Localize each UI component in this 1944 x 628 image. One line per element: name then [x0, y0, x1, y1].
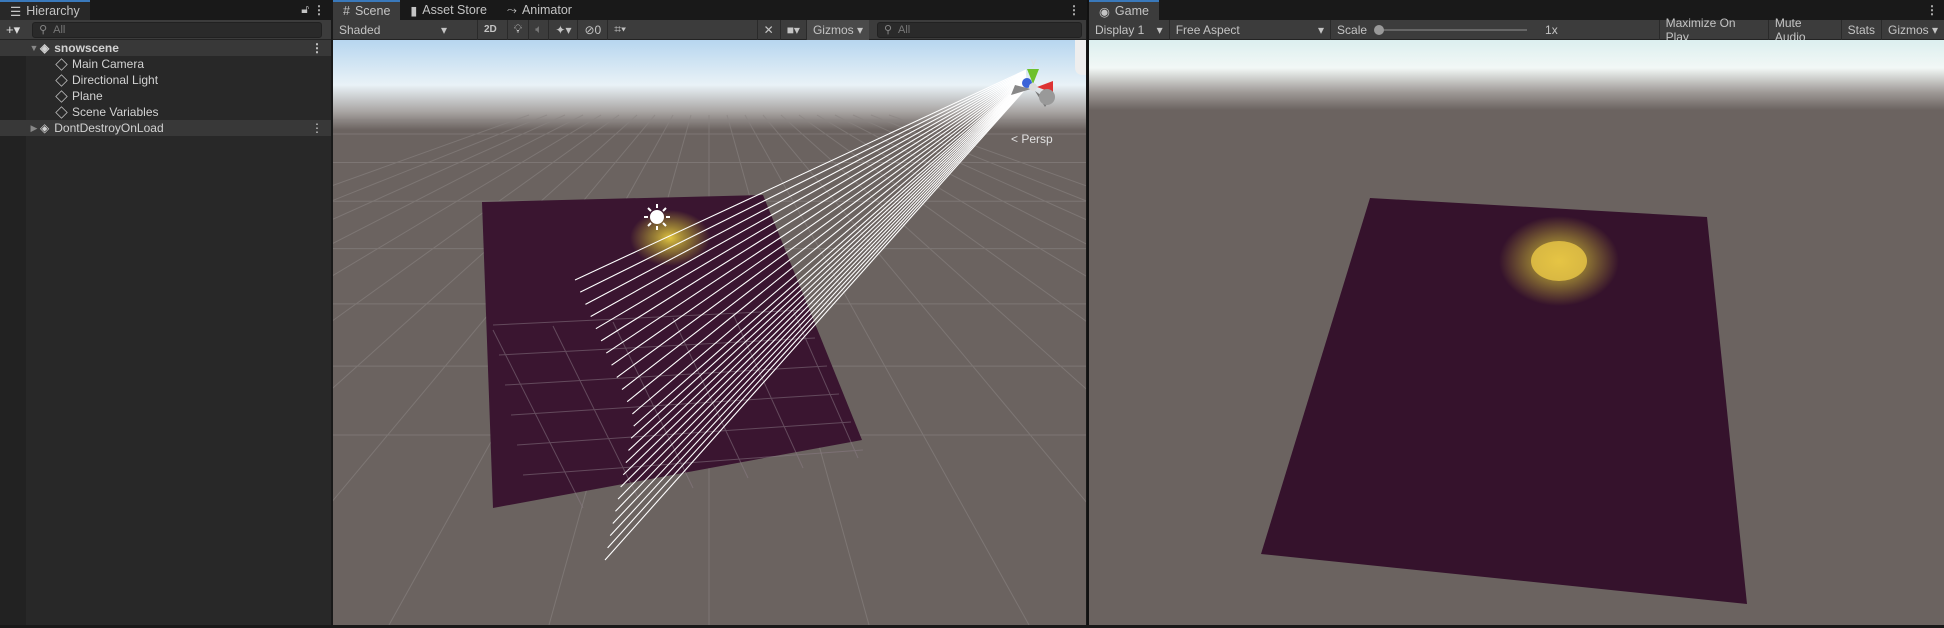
- bag-icon: ▮: [410, 3, 418, 18]
- gameobject-icon: [55, 89, 68, 103]
- more-menu-icon[interactable]: ⋮: [313, 3, 325, 17]
- grid-icon: #: [343, 4, 350, 18]
- scene-render: y < Persp: [0, 40, 1944, 626]
- expand-arrow-icon[interactable]: ▶: [28, 123, 40, 134]
- tools-icon[interactable]: ✕: [756, 19, 780, 40]
- scene-menu-icon[interactable]: ⋮: [311, 121, 323, 135]
- add-button[interactable]: +▾: [0, 22, 26, 38]
- tab-game[interactable]: ◉ Game: [1089, 0, 1159, 20]
- scene-menu-icon[interactable]: ⋮: [311, 41, 323, 55]
- scale-control[interactable]: Scale 1x: [1330, 19, 1659, 40]
- audio-toggle-icon[interactable]: 🔈︎: [528, 19, 548, 40]
- 2d-toggle[interactable]: 2D: [477, 19, 503, 40]
- scene-tabbar: # Scene ▮ Asset Store ⤳ Animator ⋮: [333, 0, 1086, 20]
- game-toolbar: Display 1 ▾ Free Aspect ▾ Scale 1x Maximiz…: [1089, 16, 1944, 44]
- more-menu-icon[interactable]: ⋮: [1068, 3, 1080, 17]
- gameobject-icon: [55, 105, 68, 119]
- maximize-on-play-toggle[interactable]: Maximize On Play: [1658, 16, 1768, 44]
- tab-scene[interactable]: # Scene: [333, 0, 401, 20]
- list-item[interactable]: Scene Variables: [0, 104, 331, 120]
- chevron-down-icon: ▾: [440, 22, 447, 37]
- list-item[interactable]: Main Camera: [0, 56, 331, 72]
- tab-asset-store[interactable]: ▮ Asset Store: [400, 0, 497, 20]
- slider-handle[interactable]: [1374, 24, 1385, 35]
- gameobject-icon: [55, 73, 68, 87]
- tab-animator[interactable]: ⤳ Animator: [497, 0, 582, 20]
- scene-search-input[interactable]: All: [877, 21, 1082, 38]
- more-menu-icon[interactable]: ⋮: [1926, 3, 1938, 17]
- hierarchy-search-input[interactable]: All: [32, 21, 323, 38]
- unity-scene-icon: ◈: [40, 121, 50, 135]
- stats-toggle[interactable]: Stats: [1840, 19, 1881, 40]
- mute-audio-toggle[interactable]: Mute Audio: [1767, 16, 1841, 44]
- hierarchy-panel: ☰Hierarchy 🔓︎ ⋮ +▾ All ▼◈snowscene⋮ Main…: [0, 0, 332, 625]
- display-dropdown[interactable]: Display 1 ▾: [1089, 20, 1169, 40]
- tab-hierarchy[interactable]: ☰ Hierarchy: [0, 0, 90, 20]
- lighting-toggle-icon[interactable]: 💡︎: [506, 19, 528, 40]
- list-icon: ☰: [10, 4, 22, 19]
- shading-mode-dropdown[interactable]: Shaded ▾: [333, 20, 453, 40]
- effects-toggle-icon[interactable]: ✦▾: [548, 19, 577, 40]
- list-item[interactable]: Directional Light: [0, 72, 331, 88]
- game-panel: ◉ Game ⋮ Display 1 ▾ Free Aspect ▾ Scale 1x…: [1087, 0, 1944, 625]
- hierarchy-toolbar: +▾ All: [0, 20, 331, 40]
- eye-slash-icon: ⊘: [584, 22, 595, 37]
- scene-viewport[interactable]: y < Persp: [0, 40, 1944, 626]
- hierarchy-tabbar: ☰ Hierarchy 🔓︎ ⋮: [0, 0, 331, 20]
- projection-label[interactable]: < Persp: [1011, 132, 1053, 146]
- game-viewport[interactable]: [1089, 40, 1944, 625]
- scene-toolbar: Shaded ▾ 2D 💡︎ 🔈︎ ✦▾ ⊘ 0 ⌗▾ ✕ ■▾ Gizmos ▾ …: [333, 19, 1086, 40]
- gamepad-icon: ◉: [1099, 4, 1110, 19]
- expand-arrow-icon[interactable]: ▼: [28, 43, 40, 53]
- gameobject-icon: [55, 57, 68, 71]
- list-item[interactable]: Plane: [0, 88, 331, 104]
- lock-icon[interactable]: 🔓︎: [301, 2, 309, 17]
- aspect-dropdown[interactable]: Free Aspect ▾: [1168, 19, 1330, 40]
- camera-icon[interactable]: ■▾: [779, 19, 806, 40]
- scale-slider[interactable]: [1374, 24, 1528, 35]
- scene-row-dontdestroyonload[interactable]: ▶ ◈ DontDestroyOnLoad ⋮: [0, 120, 331, 136]
- gizmos-toggle[interactable]: Gizmos ▾: [1880, 19, 1944, 40]
- scene-row-snowscene[interactable]: ▼ ◈ snowscene ⋮: [0, 40, 331, 56]
- scene-panel: # Scene ▮ Asset Store ⤳ Animator ⋮ Shaded ▾ …: [0, 0, 1944, 626]
- axis-y-label: y: [1031, 57, 1036, 68]
- unity-scene-icon: ◈: [40, 41, 50, 55]
- gizmos-dropdown[interactable]: Gizmos ▾: [805, 19, 869, 40]
- game-render: [1089, 40, 1944, 625]
- hidden-objects-toggle[interactable]: ⊘ 0: [577, 19, 607, 40]
- animator-icon: ⤳: [506, 2, 517, 17]
- grid-toggle-icon[interactable]: ⌗▾: [607, 19, 632, 40]
